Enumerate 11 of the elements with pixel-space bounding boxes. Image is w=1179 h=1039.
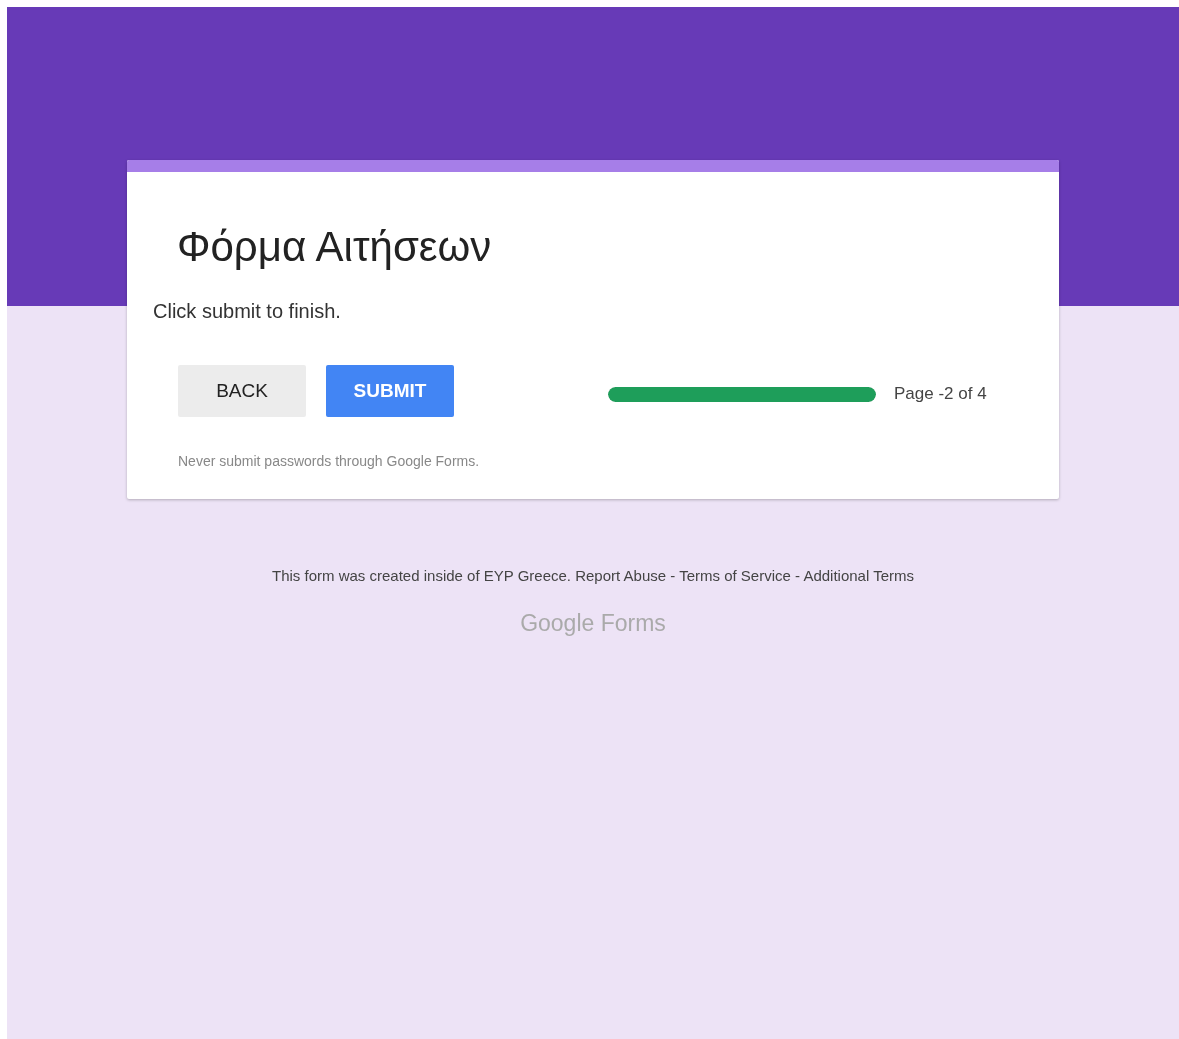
- brand-logo: Google Forms: [520, 610, 666, 638]
- footer-link[interactable]: Additional Terms: [803, 567, 914, 585]
- back-button[interactable]: BACK: [178, 365, 306, 418]
- password-warning: Never submit passwords through Google Forms.: [178, 453, 481, 470]
- form-description: Click submit to finish.: [153, 300, 342, 324]
- footer-text: This form was created inside of EYP Greece. Report Abuse - Terms of Service - Additional Terms: [272, 567, 914, 585]
- form-title: Φόρμα Αιτήσεων: [177, 222, 493, 272]
- footer-link[interactable]: Report Abuse: [575, 567, 667, 585]
- footer-link[interactable]: Terms of Service: [679, 567, 791, 585]
- page-indicator: Page -2 of 4: [894, 384, 987, 405]
- submit-button[interactable]: SUBMIT: [326, 365, 454, 418]
